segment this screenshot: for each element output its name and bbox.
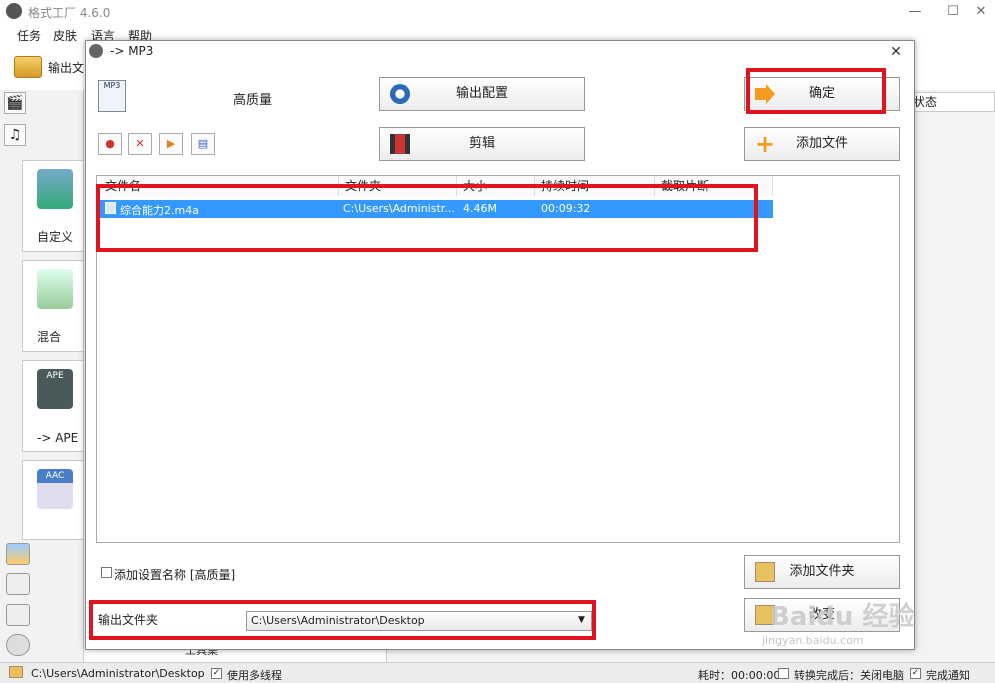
sidebar-card-label: 自定义 [37, 230, 74, 244]
audio-category-icon[interactable]: ♫ [4, 124, 26, 146]
highlight-confirm [746, 68, 886, 114]
sidebar-card-ape[interactable]: APE -> APE [22, 360, 84, 452]
delete-file-icon[interactable]: ✕ [128, 133, 152, 155]
maximize-icon[interactable]: ☐ [942, 2, 964, 22]
add-setting-name-label: 添加设置名称 [高质量] [114, 568, 236, 582]
sidebar-card-custom[interactable]: 自定义 [22, 160, 84, 252]
multithread-checkbox[interactable]: ✓ [211, 668, 222, 679]
mp3-file-icon: MP3 [98, 80, 126, 112]
settings-icon [390, 84, 410, 104]
notify-checkbox[interactable]: ✓ [910, 668, 921, 679]
sidebar-card-label: -> APE [37, 431, 79, 445]
disc-category-icon[interactable] [6, 604, 30, 626]
app-titlebar [0, 0, 995, 24]
dialog-title: -> MP3 [110, 44, 154, 58]
multithread-label: 使用多线程 [227, 669, 282, 682]
add-folder-label: 添加文件夹 [789, 564, 855, 579]
mp3-badge: MP3 [103, 81, 121, 90]
add-folder-button[interactable]: 添加文件夹 [744, 555, 900, 589]
close-icon[interactable]: ✕ [970, 2, 992, 22]
menu-task[interactable]: 任务 [17, 27, 41, 44]
app-logo-icon [6, 3, 22, 19]
scissors-film-icon [390, 134, 410, 154]
highlight-file-row [96, 184, 758, 252]
app-title: 格式工厂 4.6.0 [28, 6, 111, 20]
menu-skin[interactable]: 皮肤 [53, 27, 77, 44]
dialog-app-icon [89, 44, 103, 58]
output-config-button[interactable]: 输出配置 [379, 77, 585, 111]
edit-label: 剪辑 [468, 136, 495, 151]
after-convert-label[interactable]: 转换完成后：关闭电脑 [794, 667, 904, 683]
baidu-watermark: Baidu 经验 [770, 602, 915, 632]
add-file-button[interactable]: + 添加文件 [744, 127, 900, 161]
file-info-icon[interactable]: ▤ [191, 133, 215, 155]
toolbar-output-folder-label[interactable]: 输出文 [48, 59, 84, 76]
edit-button[interactable]: 剪辑 [379, 127, 585, 161]
folder-add-icon [755, 562, 775, 582]
sidebar-card-ac3[interactable]: AAC [22, 460, 84, 540]
video-category-icon[interactable]: 🎬 [4, 92, 26, 114]
elapsed-time: 耗时：00:00:00 [698, 669, 781, 682]
audio-merge-icon [37, 269, 73, 309]
plus-icon: + [755, 130, 776, 158]
folder-icon [9, 666, 23, 678]
sidebar-card-label: 混合 [37, 330, 62, 344]
aac-format-icon: AAC [37, 469, 73, 509]
baidu-watermark-url: jingyan.baidu.com [762, 634, 864, 647]
dialog-close-icon[interactable]: ✕ [886, 42, 906, 62]
quality-label: 高质量 [233, 93, 273, 108]
sidebar-card-mix[interactable]: 混合 [22, 260, 84, 352]
notify-label: 完成通知 [926, 669, 970, 682]
add-file-label: 添加文件 [795, 136, 848, 151]
highlight-output-folder [89, 600, 596, 640]
document-category-icon[interactable] [6, 573, 30, 595]
remove-file-icon[interactable]: ● [98, 133, 122, 155]
ape-format-icon: APE [37, 369, 73, 409]
shutdown-checkbox[interactable] [778, 668, 789, 679]
picture-category-icon[interactable] [6, 543, 30, 565]
play-icon[interactable]: ▶ [159, 133, 183, 155]
output-config-label: 输出配置 [455, 86, 508, 101]
add-setting-name-checkbox[interactable] [101, 567, 112, 578]
status-path[interactable]: C:\Users\Administrator\Desktop [31, 667, 205, 680]
output-folder-icon[interactable] [14, 56, 42, 78]
users-icon [37, 169, 73, 209]
tools-category-icon[interactable] [6, 634, 30, 656]
minimize-icon[interactable]: — [904, 2, 926, 22]
